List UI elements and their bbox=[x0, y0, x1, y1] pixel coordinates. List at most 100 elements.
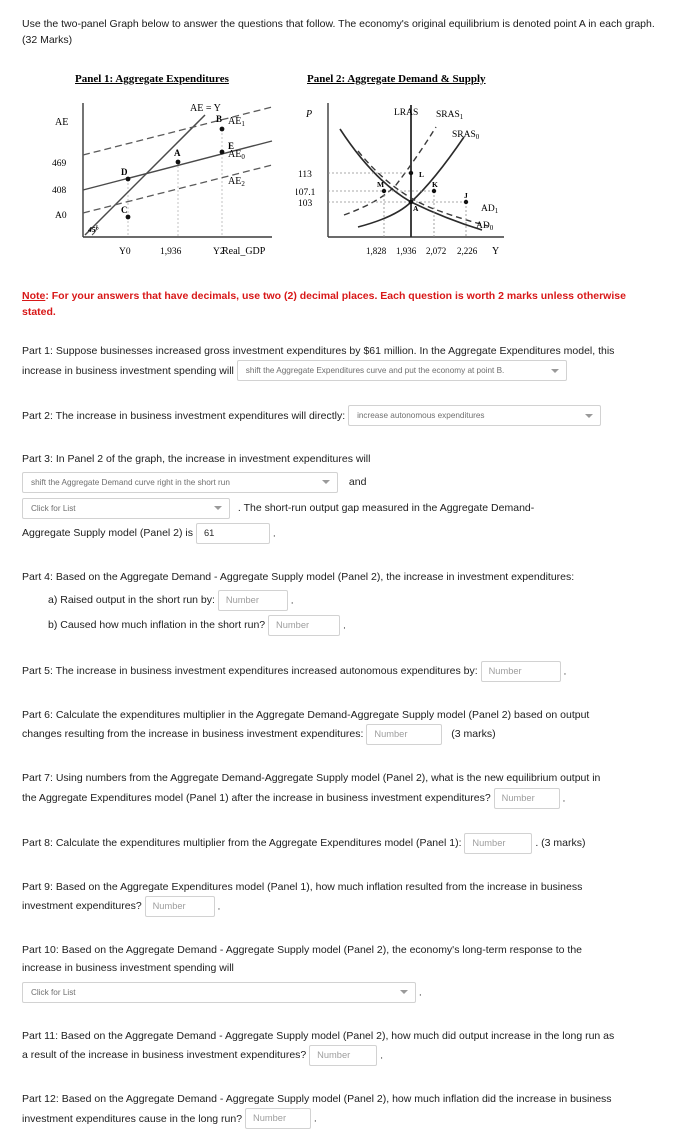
part-3-dropdown-2[interactable]: Click for List bbox=[22, 497, 230, 519]
panel1-curve-ae2: AE2 bbox=[228, 176, 245, 188]
part-7-line1: Part 7: Using numbers from the Aggregate… bbox=[22, 772, 601, 785]
panel2-point-k: K bbox=[432, 180, 438, 189]
panel2-ytick-103: 103 bbox=[298, 199, 313, 209]
part-10-dropdown[interactable]: Click for List bbox=[22, 981, 416, 1003]
part-8-marks: . (3 marks) bbox=[535, 836, 586, 849]
panel2-ytick-113: 113 bbox=[298, 170, 312, 180]
panel1-point-d: D bbox=[121, 167, 128, 177]
intro-instructions: Use the two-panel Graph below to answer … bbox=[22, 18, 655, 47]
panel1-title: Panel 1: Aggregate Expenditures bbox=[75, 72, 229, 85]
part-5: Part 5: The increase in business investm… bbox=[22, 660, 655, 682]
panel1-y-axis-label: AE bbox=[55, 117, 68, 128]
panel1-chart: A B C D E AE Real_GDP 469 408 A0 Y0 1,93… bbox=[52, 102, 273, 257]
panel2-xtick-2072: 2,072 bbox=[426, 246, 446, 256]
part-3-period: . bbox=[272, 527, 276, 540]
part-5-text: Part 5: The increase in business investm… bbox=[22, 665, 478, 678]
panel2-curve-ad0: AD0 bbox=[476, 221, 494, 232]
part-4-text: Part 4: Based on the Aggregate Demand - … bbox=[22, 570, 575, 583]
part-6: Part 6: Calculate the expenditures multi… bbox=[22, 706, 655, 746]
panel2-ytick-1071: 107.1 bbox=[296, 188, 316, 198]
chevron-down-icon bbox=[585, 413, 594, 418]
chevron-down-icon bbox=[400, 990, 408, 995]
part-3-tail: . The short-run output gap measured in t… bbox=[237, 502, 535, 515]
part-2-text: Part 2: The increase in business investm… bbox=[22, 409, 346, 422]
part-4a-input[interactable]: Number bbox=[217, 590, 288, 612]
part-4a-label: a) Raised output in the short run by: bbox=[48, 594, 215, 607]
note-label: Note bbox=[22, 289, 46, 302]
part-1-dropdown[interactable]: shift the Aggregate Expenditures curve a… bbox=[236, 360, 567, 382]
panel1-xtick-y2: Y2 bbox=[213, 247, 225, 257]
part-3: Part 3: In Panel 2 of the graph, the inc… bbox=[22, 450, 655, 544]
part-4b-label: b) Caused how much inflation in the shor… bbox=[48, 619, 266, 632]
note-banner: Note: For your answers that have decimal… bbox=[22, 288, 655, 321]
part-6-input[interactable]: Number bbox=[366, 724, 443, 746]
panel1-point-c: C bbox=[121, 205, 128, 215]
part-7-input[interactable]: Number bbox=[493, 787, 560, 809]
part-7: Part 7: Using numbers from the Aggregate… bbox=[22, 769, 655, 809]
panel2-chart: A L K M J P Y 113 107.1 103 1,828 1,936 … bbox=[296, 102, 504, 257]
graph-figure: Panel 1: Aggregate Expenditures Panel 2:… bbox=[0, 65, 677, 270]
part-9-line1: Part 9: Based on the Aggregate Expenditu… bbox=[22, 880, 583, 893]
part-6-line2: changes resulting from the increase in b… bbox=[22, 728, 364, 741]
part-10: Part 10: Based on the Aggregate Demand -… bbox=[22, 941, 655, 1003]
part-4b-period: . bbox=[342, 619, 346, 632]
part-3-line1: Part 3: In Panel 2 of the graph, the inc… bbox=[22, 453, 371, 466]
part-10-line2: increase in business investment spending… bbox=[22, 962, 234, 975]
chevron-down-icon bbox=[550, 368, 559, 373]
panel2-x-axis-label: Y bbox=[492, 246, 499, 257]
part-10-line1: Part 10: Based on the Aggregate Demand -… bbox=[22, 943, 583, 956]
part-2: Part 2: The increase in business investm… bbox=[22, 405, 655, 427]
part-7-period: . bbox=[562, 791, 566, 804]
part-3-dropdown-2-value: Click for List bbox=[31, 503, 76, 513]
panel2-point-j: J bbox=[464, 191, 468, 200]
part-8: Part 8: Calculate the expenditures multi… bbox=[22, 832, 655, 854]
note-text: : For your answers that have decimals, u… bbox=[22, 289, 626, 318]
part-8-input[interactable]: Number bbox=[464, 832, 533, 854]
part-9-line2: investment expenditures? bbox=[22, 900, 142, 913]
part-11-line2: a result of the increase in business inv… bbox=[22, 1049, 307, 1062]
panel1-point-b: B bbox=[216, 114, 222, 124]
panel1-angle-label: 45° bbox=[87, 225, 99, 234]
part-9-period: . bbox=[217, 900, 221, 913]
part-4: Part 4: Based on the Aggregate Demand - … bbox=[22, 568, 655, 637]
part-11-period: . bbox=[380, 1049, 384, 1062]
part-12-line1: Part 12: Based on the Aggregate Demand -… bbox=[22, 1093, 612, 1105]
part-2-dropdown[interactable]: increase autonomous expenditures bbox=[348, 405, 602, 427]
part-3-line3: Aggregate Supply model (Panel 2) is bbox=[22, 527, 194, 540]
panel2-xtick-2226: 2,226 bbox=[457, 246, 478, 256]
chevron-down-icon bbox=[214, 506, 222, 511]
part-4b-input[interactable]: Number bbox=[268, 615, 341, 637]
part-11: Part 11: Based on the Aggregate Demand -… bbox=[22, 1027, 655, 1066]
chevron-down-icon bbox=[322, 480, 330, 485]
panel1-ytick-a0: A0 bbox=[55, 211, 67, 221]
part-3-dropdown-1-value: shift the Aggregate Demand curve right i… bbox=[31, 477, 230, 487]
panel2-title: Panel 2: Aggregate Demand & Supply bbox=[307, 72, 486, 85]
panel2-xtick-1936: 1,936 bbox=[396, 246, 417, 256]
panel1-point-a: A bbox=[174, 148, 181, 158]
panel1-ytick-408: 408 bbox=[52, 186, 67, 196]
part-10-dropdown-value: Click for List bbox=[31, 987, 76, 997]
panel2-y-axis-label: P bbox=[305, 109, 312, 120]
part-1-line2: increase in business investment spending… bbox=[22, 364, 234, 377]
part-12-period: . bbox=[313, 1112, 317, 1125]
panel2-xtick-1828: 1,828 bbox=[366, 246, 387, 256]
part-6-marks: (3 marks) bbox=[451, 728, 496, 741]
part-7-line2: the Aggregate Expenditures model (Panel … bbox=[22, 791, 491, 804]
part-2-dropdown-value: increase autonomous expenditures bbox=[357, 411, 485, 421]
part-9-input[interactable]: Number bbox=[144, 895, 215, 917]
part-3-dropdown-1[interactable]: shift the Aggregate Demand curve right i… bbox=[22, 471, 338, 493]
part-9: Part 9: Based on the Aggregate Expenditu… bbox=[22, 878, 655, 917]
panel1-ytick-469: 469 bbox=[52, 159, 67, 169]
part-5-input[interactable]: Number bbox=[480, 660, 561, 682]
part-6-line1: Part 6: Calculate the expenditures multi… bbox=[22, 708, 590, 721]
part-12-input[interactable]: Number bbox=[244, 1108, 311, 1130]
part-1: Part 1: Suppose businesses increased gro… bbox=[22, 342, 655, 382]
part-1-dropdown-value: shift the Aggregate Expenditures curve a… bbox=[245, 366, 505, 376]
panel1-curve-ae1: AE1 bbox=[228, 116, 245, 128]
panel2-point-m: M bbox=[377, 180, 384, 189]
panel1-curve-ae-equals-y: AE = Y bbox=[190, 103, 221, 114]
part-11-input[interactable]: Number bbox=[309, 1045, 378, 1066]
part-1-line1: Part 1: Suppose businesses increased gro… bbox=[22, 345, 615, 358]
panel1-xtick-y0: Y0 bbox=[119, 247, 131, 257]
part-3-output-gap-input[interactable]: 61 bbox=[195, 522, 270, 544]
